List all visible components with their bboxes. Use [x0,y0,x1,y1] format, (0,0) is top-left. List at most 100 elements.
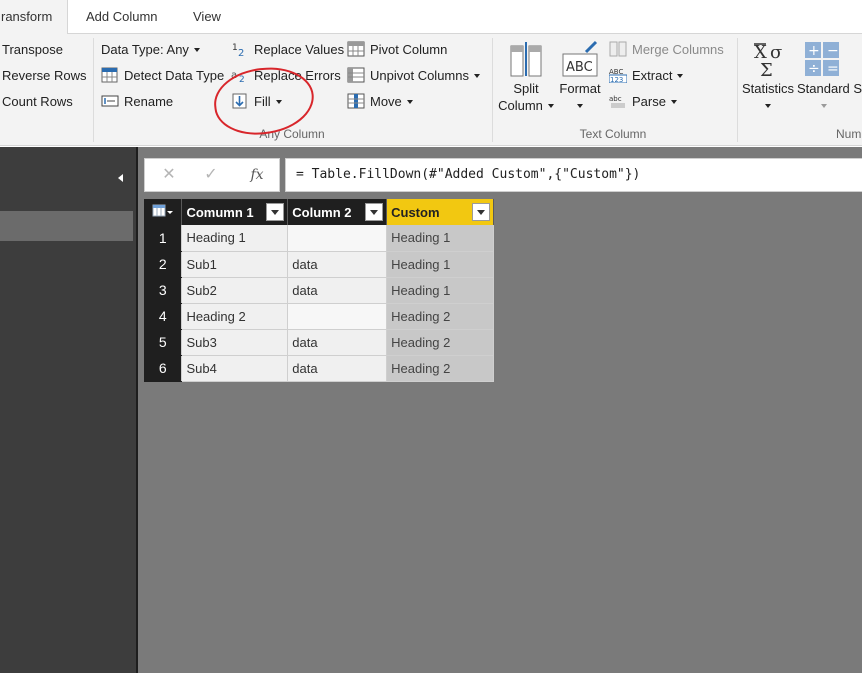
row-number[interactable]: 5 [144,329,183,356]
column-filter-dropdown[interactable] [365,203,384,221]
table-cell[interactable]: data [287,277,388,304]
group-separator [492,38,493,142]
table-row: 1 Heading 1 Heading 1 [144,225,494,252]
column-label: Column [498,98,543,113]
standard-dropdown[interactable]: + − ÷ = Standard S [797,40,862,114]
move-icon [347,93,365,109]
fill-dropdown[interactable]: Fill [231,92,282,112]
svg-text:Σ: Σ [760,60,773,78]
table-cell[interactable] [287,225,388,252]
column-header-label: Column 2 [292,204,352,220]
svg-text:−: − [827,43,839,59]
fx-button[interactable]: fx [237,159,277,191]
extract-dropdown[interactable]: ABC 123 Extract [609,66,684,86]
table-cell[interactable]: Sub4 [181,355,289,382]
move-dropdown[interactable]: Move [347,92,413,112]
table-cell[interactable]: Heading 2 [181,303,289,330]
column-header-custom[interactable]: Custom [386,199,494,225]
extract-label: Extract [632,68,673,83]
format-dropdown[interactable]: ABC Format [558,40,602,114]
chevron-down-icon [547,104,554,108]
table-cell[interactable]: Sub3 [181,329,289,356]
svg-text:+: + [808,43,820,59]
svg-text:abc: abc [609,95,622,103]
chevron-down-icon [765,104,771,108]
formula-input[interactable]: = Table.FillDown(#"Added Custom",{"Custo… [285,158,862,192]
table-cell[interactable]: Heading 1 [386,277,494,304]
chevron-down-icon [474,74,480,78]
chevron-down-icon [677,74,684,78]
row-number[interactable]: 1 [144,225,183,252]
table-cell[interactable]: Heading 1 [386,251,494,278]
table-cell[interactable]: data [287,355,388,382]
ribbon: Transpose Reverse Rows Count Rows Data T… [0,34,862,146]
pivot-column-button[interactable]: Pivot Column [347,40,447,60]
svg-text:ABC: ABC [566,60,593,75]
extract-icon: ABC 123 [609,67,627,83]
chevron-down-icon [670,100,677,104]
replace-errors-label: Replace Errors [254,68,341,83]
tab-transform[interactable]: ransform [0,0,68,35]
table-cell[interactable]: Heading 1 [386,225,494,252]
move-label: Move [370,94,402,109]
svg-text:=: = [827,61,839,77]
confirm-formula-button[interactable]: ✓ [191,159,231,191]
svg-text:2: 2 [238,48,244,57]
detect-data-type-button[interactable]: Detect Data Type [101,66,224,86]
number-column-group-label: Num [836,127,862,141]
count-rows-label: Count Rows [2,94,73,109]
split-label: Split [513,81,539,96]
table-cell[interactable]: data [287,251,388,278]
rename-button[interactable]: Rename [101,92,173,112]
unpivot-columns-dropdown[interactable]: Unpivot Columns [347,66,480,86]
rename-label: Rename [124,94,174,109]
count-rows-button[interactable]: Count Rows [2,92,73,112]
replace-values-button[interactable]: 12 Replace Values [231,40,344,60]
table-row: 5 Sub3 data Heading 2 [144,329,494,356]
table-cell[interactable]: Heading 2 [386,355,494,382]
table-cell[interactable]: Sub2 [181,277,289,304]
svg-text:2: 2 [239,75,245,83]
transpose-button[interactable]: Transpose [2,40,63,60]
format-icon: ABC [562,40,598,77]
table-cell[interactable]: Heading 2 [386,303,494,330]
column-header-column-2[interactable]: Column 2 [287,199,388,225]
column-header-label: Comumn 1 [186,204,254,220]
standard-label: Standard S [797,81,862,96]
table-menu-button[interactable] [144,199,183,225]
column-filter-dropdown[interactable] [472,203,490,221]
table-cell[interactable]: Sub1 [181,251,289,278]
selected-query-item[interactable] [0,211,133,241]
row-number[interactable]: 4 [144,303,183,330]
replace-errors-button[interactable]: a2 Replace Errors [231,66,341,86]
row-number[interactable]: 6 [144,355,183,382]
table-cell[interactable]: data [287,329,388,356]
row-number[interactable]: 2 [144,251,183,278]
table-cell[interactable]: Heading 1 [181,225,289,252]
replace-values-label: Replace Values [254,42,345,57]
parse-dropdown[interactable]: abc Parse [609,92,677,112]
merge-columns-button[interactable]: Merge Columns [609,40,724,60]
statistics-dropdown[interactable]: XσΣ Statistics [740,40,796,114]
tab-view[interactable]: View [193,0,221,34]
table-cell[interactable] [287,303,388,330]
cancel-formula-button[interactable]: ✕ [149,159,189,191]
split-column-dropdown[interactable]: Split Column [497,40,555,114]
tab-add-column[interactable]: Add Column [86,0,158,34]
reverse-rows-button[interactable]: Reverse Rows [2,66,87,86]
table-row: 2 Sub1 data Heading 1 [144,251,494,278]
column-header-comumn-1[interactable]: Comumn 1 [181,199,289,225]
row-number[interactable]: 3 [144,277,183,304]
parse-label: Parse [632,94,666,109]
chevron-down-icon [577,104,583,108]
data-type-dropdown[interactable]: Data Type: Any [101,40,200,60]
merge-columns-label: Merge Columns [632,42,724,57]
ribbon-tab-bar: ransform Add Column View [0,0,862,35]
table-cell[interactable]: Heading 2 [386,329,494,356]
rename-icon [101,93,119,109]
merge-columns-icon [609,41,627,57]
pivot-column-label: Pivot Column [370,42,448,57]
chevron-down-icon [821,104,827,108]
column-filter-dropdown[interactable] [266,203,285,221]
collapse-pane-icon[interactable] [116,172,126,184]
